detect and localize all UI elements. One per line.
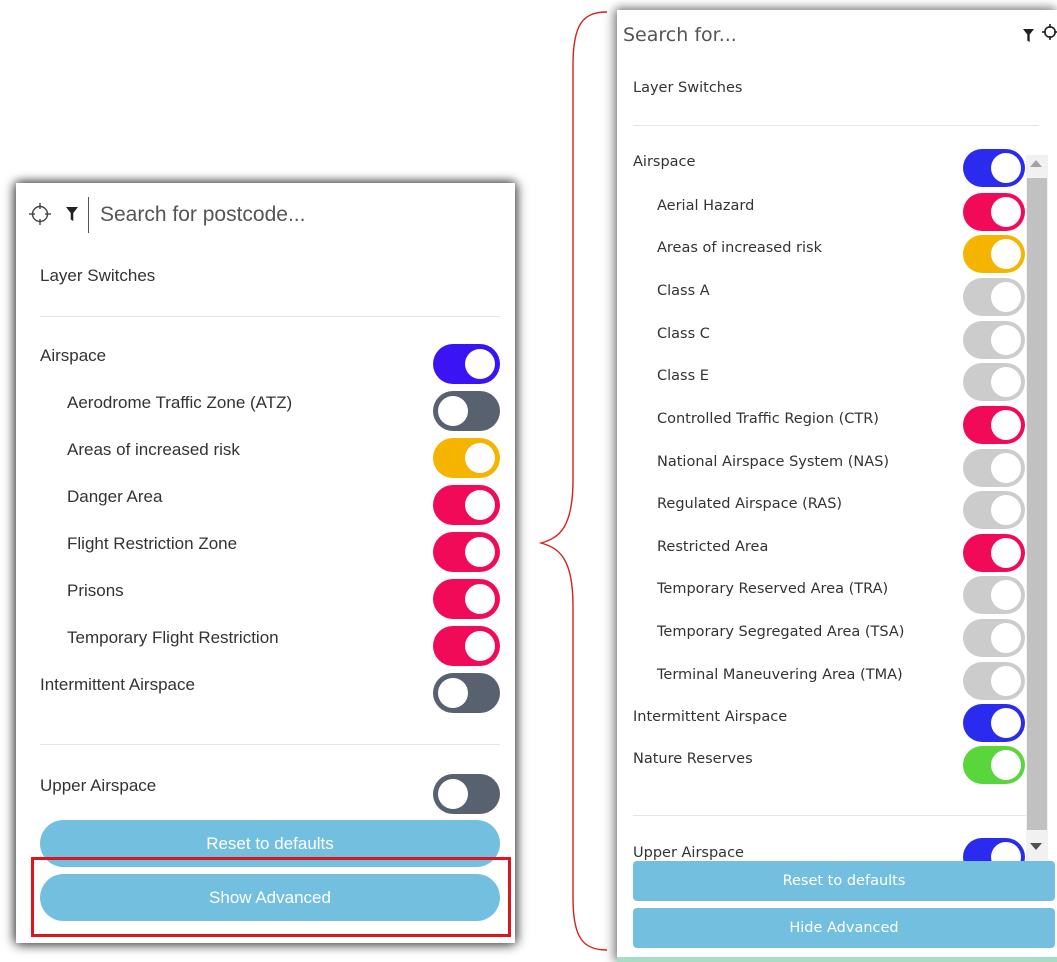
toggle-knob xyxy=(991,750,1021,780)
layer-label-upper-airspace: Upper Airspace xyxy=(40,776,157,795)
toggle-knob xyxy=(991,410,1021,440)
toggle-knob xyxy=(465,349,495,379)
toggle-intermittent-airspace[interactable] xyxy=(963,704,1025,742)
toggle-nas[interactable] xyxy=(963,449,1025,487)
toggle-knob xyxy=(465,537,495,567)
toggle-class-a[interactable] xyxy=(963,278,1025,316)
toggle-tra[interactable] xyxy=(963,576,1025,614)
toggle-knob xyxy=(991,239,1021,269)
layer-label-intermittent-airspace: Intermittent Airspace xyxy=(40,675,195,694)
reset-to-defaults-button[interactable]: Reset to defaults xyxy=(633,861,1055,901)
toggle-tsa[interactable] xyxy=(963,619,1025,657)
toggle-knob xyxy=(465,443,495,473)
layer-switches-title: Layer Switches xyxy=(40,266,156,285)
divider xyxy=(40,316,500,317)
crosshair-icon[interactable] xyxy=(29,203,51,225)
toggle-knob xyxy=(991,197,1021,227)
layer-label-intermittent-airspace: Intermittent Airspace xyxy=(633,709,788,725)
divider xyxy=(633,815,1039,816)
layer-label-class-e: Class E xyxy=(657,368,709,384)
toggle-intermittent-airspace[interactable] xyxy=(433,673,500,713)
toggle-knob xyxy=(991,453,1021,483)
toggle-class-c[interactable] xyxy=(963,321,1025,359)
postcode-search-input[interactable] xyxy=(100,198,500,232)
toggle-tma[interactable] xyxy=(963,662,1025,700)
layer-label-upper-airspace: Upper Airspace xyxy=(633,845,744,861)
layer-label-class-a: Class A xyxy=(657,283,710,299)
toggle-upper-airspace[interactable] xyxy=(433,774,500,814)
toggle-temporary-flight-restriction[interactable] xyxy=(433,626,500,666)
scrollbar-thumb[interactable] xyxy=(1027,178,1047,830)
layer-label-tra: Temporary Reserved Area (TRA) xyxy=(657,581,889,597)
toggle-class-e[interactable] xyxy=(963,363,1025,401)
toggle-knob xyxy=(438,678,468,708)
layer-label-increased-risk: Areas of increased risk xyxy=(67,440,240,459)
toggle-knob xyxy=(991,153,1021,183)
toggle-atz[interactable] xyxy=(433,391,500,431)
scroll-down-arrow-icon[interactable] xyxy=(1030,843,1042,850)
layer-label-flight-restriction-zone: Flight Restriction Zone xyxy=(67,534,238,553)
layer-label-tsa: Temporary Segregated Area (TSA) xyxy=(657,624,905,640)
curly-brace-connector xyxy=(538,11,608,951)
layer-label-atz: Aerodrome Traffic Zone (ATZ) xyxy=(67,393,293,412)
toggle-knob xyxy=(438,396,468,426)
hide-advanced-button[interactable]: Hide Advanced xyxy=(633,908,1055,948)
toggle-knob xyxy=(991,282,1021,312)
toggle-knob xyxy=(991,538,1021,568)
scroll-up-arrow-icon[interactable] xyxy=(1030,160,1042,167)
layer-label-nature-reserves: Nature Reserves xyxy=(633,751,753,767)
search-divider xyxy=(88,197,89,233)
layer-label-prisons: Prisons xyxy=(67,581,124,600)
toggle-airspace[interactable] xyxy=(963,149,1025,187)
toggle-prisons[interactable] xyxy=(433,579,500,619)
filter-icon[interactable] xyxy=(66,207,78,221)
layer-label-ras: Regulated Airspace (RAS) xyxy=(657,496,843,512)
toggle-knob xyxy=(991,623,1021,653)
toggle-increased-risk[interactable] xyxy=(963,235,1025,273)
right-layer-panel: Layer Switches Airspace Aerial Hazard Ar… xyxy=(617,10,1057,962)
toggle-knob xyxy=(991,708,1021,738)
toggle-knob xyxy=(991,495,1021,525)
layer-label-temporary-flight-restriction: Temporary Flight Restriction xyxy=(67,628,279,647)
toggle-knob xyxy=(438,779,468,809)
divider xyxy=(633,125,1039,126)
layer-label-increased-risk: Areas of increased risk xyxy=(657,240,822,256)
layer-switches-title: Layer Switches xyxy=(633,80,743,96)
toggle-airspace[interactable] xyxy=(433,344,500,384)
toggle-knob xyxy=(465,631,495,661)
toggle-knob xyxy=(991,580,1021,610)
toggle-restricted-area[interactable] xyxy=(963,534,1025,572)
left-search-bar xyxy=(16,183,515,243)
search-input[interactable] xyxy=(623,20,1003,50)
highlight-box xyxy=(31,857,511,937)
toggle-increased-risk[interactable] xyxy=(433,438,500,478)
toggle-danger-area[interactable] xyxy=(433,485,500,525)
layer-label-nas: National Airspace System (NAS) xyxy=(657,454,890,470)
layer-label-airspace: Airspace xyxy=(633,154,696,170)
layer-label-aerial-hazard: Aerial Hazard xyxy=(657,198,755,214)
toggle-ctr[interactable] xyxy=(963,406,1025,444)
filter-icon[interactable] xyxy=(1023,27,1034,42)
toggle-knob xyxy=(991,367,1021,397)
bottom-strip xyxy=(617,957,1057,962)
layer-label-airspace: Airspace xyxy=(40,346,107,365)
divider xyxy=(40,744,500,745)
toggle-knob xyxy=(465,584,495,614)
toggle-knob xyxy=(465,490,495,520)
toggle-knob xyxy=(991,666,1021,696)
layer-label-class-c: Class C xyxy=(657,326,710,342)
toggle-knob xyxy=(991,325,1021,355)
layer-label-restricted-area: Restricted Area xyxy=(657,539,769,555)
left-layer-panel: Layer Switches Airspace Aerodrome Traffi… xyxy=(16,183,515,943)
toggle-aerial-hazard[interactable] xyxy=(963,193,1025,231)
layer-label-ctr: Controlled Traffic Region (CTR) xyxy=(657,411,879,427)
toggle-ras[interactable] xyxy=(963,491,1025,529)
toggle-nature-reserves[interactable] xyxy=(963,746,1025,784)
crosshair-icon[interactable] xyxy=(1042,24,1057,40)
layer-label-tma: Terminal Maneuvering Area (TMA) xyxy=(657,667,903,683)
toggle-flight-restriction-zone[interactable] xyxy=(433,532,500,572)
layer-label-danger-area: Danger Area xyxy=(67,487,163,506)
